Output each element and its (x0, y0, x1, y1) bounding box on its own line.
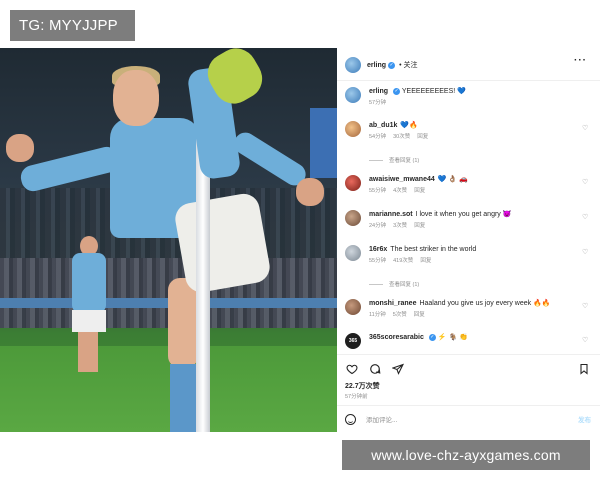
comment-like-heart-icon[interactable]: ♡ (582, 249, 589, 256)
comment-item: 365 365scoresarabic ✓ ⚡ 🐐 👏 ♡ (345, 333, 591, 351)
comment-bubble-icon[interactable] (368, 362, 382, 376)
comment-text: I love it when you get angry 😈 (415, 211, 512, 218)
author-avatar[interactable] (345, 57, 361, 73)
emoji-icon[interactable] (345, 413, 356, 425)
comment-time: 54分钟 (369, 134, 387, 140)
comment-text: Haaland you give us joy every week 🔥🔥 (419, 300, 551, 307)
comment-username[interactable]: ab_du1k (369, 122, 397, 129)
player-right-arm (230, 128, 310, 190)
player-sock (170, 364, 198, 432)
caption: erling ✓ YEEEEEEEEES! 💙 57分钟 (345, 87, 591, 108)
reply-button[interactable]: 回复 (417, 134, 428, 140)
background-player (72, 253, 106, 313)
post-photo[interactable] (0, 48, 337, 432)
comment-time: 11分钟 (369, 312, 386, 318)
add-comment-bar: 添加评论... 发布 (345, 412, 591, 426)
player-right-hand (296, 178, 324, 206)
comment-like-heart-icon[interactable]: ♡ (582, 303, 589, 310)
share-send-icon[interactable] (391, 362, 405, 376)
reply-button[interactable]: 回复 (414, 312, 425, 318)
background-player-shorts (72, 310, 106, 332)
post-date: 57分钟前 (345, 394, 368, 400)
url-watermark: www.love-chz-ayxgames.com (342, 440, 590, 470)
view-replies[interactable]: 查看回复 (1) (369, 280, 419, 288)
like-count[interactable]: 22.7万次赞 (345, 381, 380, 391)
more-options-icon[interactable]: ··· (574, 55, 587, 66)
add-comment-input[interactable]: 添加评论... (366, 414, 397, 424)
comment-like-heart-icon[interactable]: ♡ (582, 125, 589, 132)
follow-button[interactable]: • 关注 (399, 60, 417, 70)
post-actions (345, 361, 591, 377)
reply-button[interactable]: 回复 (420, 258, 431, 264)
like-heart-icon[interactable] (345, 362, 359, 376)
comment-username[interactable]: marianne.sot (369, 211, 413, 218)
comment-likes[interactable]: 5次赞 (393, 312, 407, 318)
comment-username[interactable]: monshi_ranee (369, 300, 416, 307)
comment-text: The best striker in the world (390, 246, 477, 253)
comment-text: 💙🔥 (400, 122, 418, 129)
post-side-panel: erling ✓ • 关注 ··· erling ✓ YEEEEEEEEES! 💙… (337, 48, 600, 432)
player-head (113, 70, 159, 126)
background-player-legs (78, 332, 98, 372)
follow-label[interactable]: 关注 (403, 62, 417, 69)
commenter-avatar[interactable] (345, 245, 361, 261)
comment-divider (337, 405, 600, 406)
player-left-hand (6, 134, 34, 162)
instagram-post: erling ✓ • 关注 ··· erling ✓ YEEEEEEEEES! 💙… (0, 48, 600, 432)
reply-button[interactable]: 回复 (414, 188, 425, 194)
comment-item: ab_du1k 💙🔥 54分钟 30次赞 回复 ♡ (345, 121, 591, 142)
commenter-avatar[interactable]: 365 (345, 333, 361, 349)
replies-line (369, 283, 383, 285)
comment-username[interactable]: 365scoresarabic (369, 334, 424, 341)
commenter-avatar[interactable] (345, 299, 361, 315)
actions-divider (337, 354, 600, 355)
view-replies-label[interactable]: 查看回复 (1) (389, 156, 419, 164)
post-header: erling ✓ • 关注 ··· (345, 53, 593, 77)
bookmark-icon[interactable] (577, 362, 591, 376)
view-replies-label[interactable]: 查看回复 (1) (389, 280, 419, 288)
comment-username[interactable]: 16r6x (369, 246, 387, 253)
view-replies[interactable]: 查看回复 (1) (369, 156, 419, 164)
stadium-screen (310, 108, 337, 178)
commenter-avatar[interactable] (345, 121, 361, 137)
verified-icon: ✓ (428, 333, 436, 341)
caption-text: YEEEEEEEEES! 💙 (401, 88, 466, 95)
commenter-avatar[interactable] (345, 175, 361, 191)
verified-icon: ✓ (393, 87, 401, 95)
comment-item: 16r6x The best striker in the world 55分钟 4… (345, 245, 591, 266)
caption-time: 57分钟 (369, 100, 387, 106)
comment-like-heart-icon[interactable]: ♡ (582, 214, 589, 221)
comment-like-heart-icon[interactable]: ♡ (582, 337, 589, 344)
caption-avatar[interactable] (345, 87, 361, 103)
replies-line (369, 159, 383, 161)
comment-time: 55分钟 (369, 188, 387, 194)
player-standing-leg (168, 278, 198, 368)
author-username[interactable]: erling (367, 62, 386, 69)
commenter-avatar[interactable] (345, 210, 361, 226)
comment-username[interactable]: awaisiwe_mwane44 (369, 176, 435, 183)
watermark-tag: TG: MYYJJPP (10, 10, 135, 41)
comment-item: awaisiwe_mwane44 💙 👌🏽 🚗 55分钟 4次赞 回复 ♡ (345, 175, 591, 196)
comment-text: ⚡ 🐐 👏 (437, 334, 468, 341)
comment-item: marianne.sot I love it when you get angry… (345, 210, 591, 231)
comment-time: 55分钟 (369, 258, 387, 264)
player-left-arm (18, 144, 122, 194)
comment-like-heart-icon[interactable]: ♡ (582, 179, 589, 186)
comment-time: 24分钟 (369, 223, 387, 229)
comment-likes[interactable]: 3次赞 (393, 223, 407, 229)
verified-icon: ✓ (388, 61, 396, 69)
reply-button[interactable]: 回复 (414, 223, 425, 229)
player-shorts (172, 191, 273, 295)
header-divider (337, 80, 600, 81)
comment-likes[interactable]: 419次赞 (393, 258, 413, 264)
comment-likes[interactable]: 30次赞 (393, 134, 410, 140)
post-comment-button[interactable]: 发布 (578, 414, 591, 424)
comment-item: monshi_ranee Haaland you give us joy ever… (345, 299, 591, 320)
caption-username[interactable]: erling (369, 88, 388, 95)
comment-likes[interactable]: 4次赞 (393, 188, 407, 194)
comment-text: 💙 👌🏽 🚗 (437, 176, 468, 183)
